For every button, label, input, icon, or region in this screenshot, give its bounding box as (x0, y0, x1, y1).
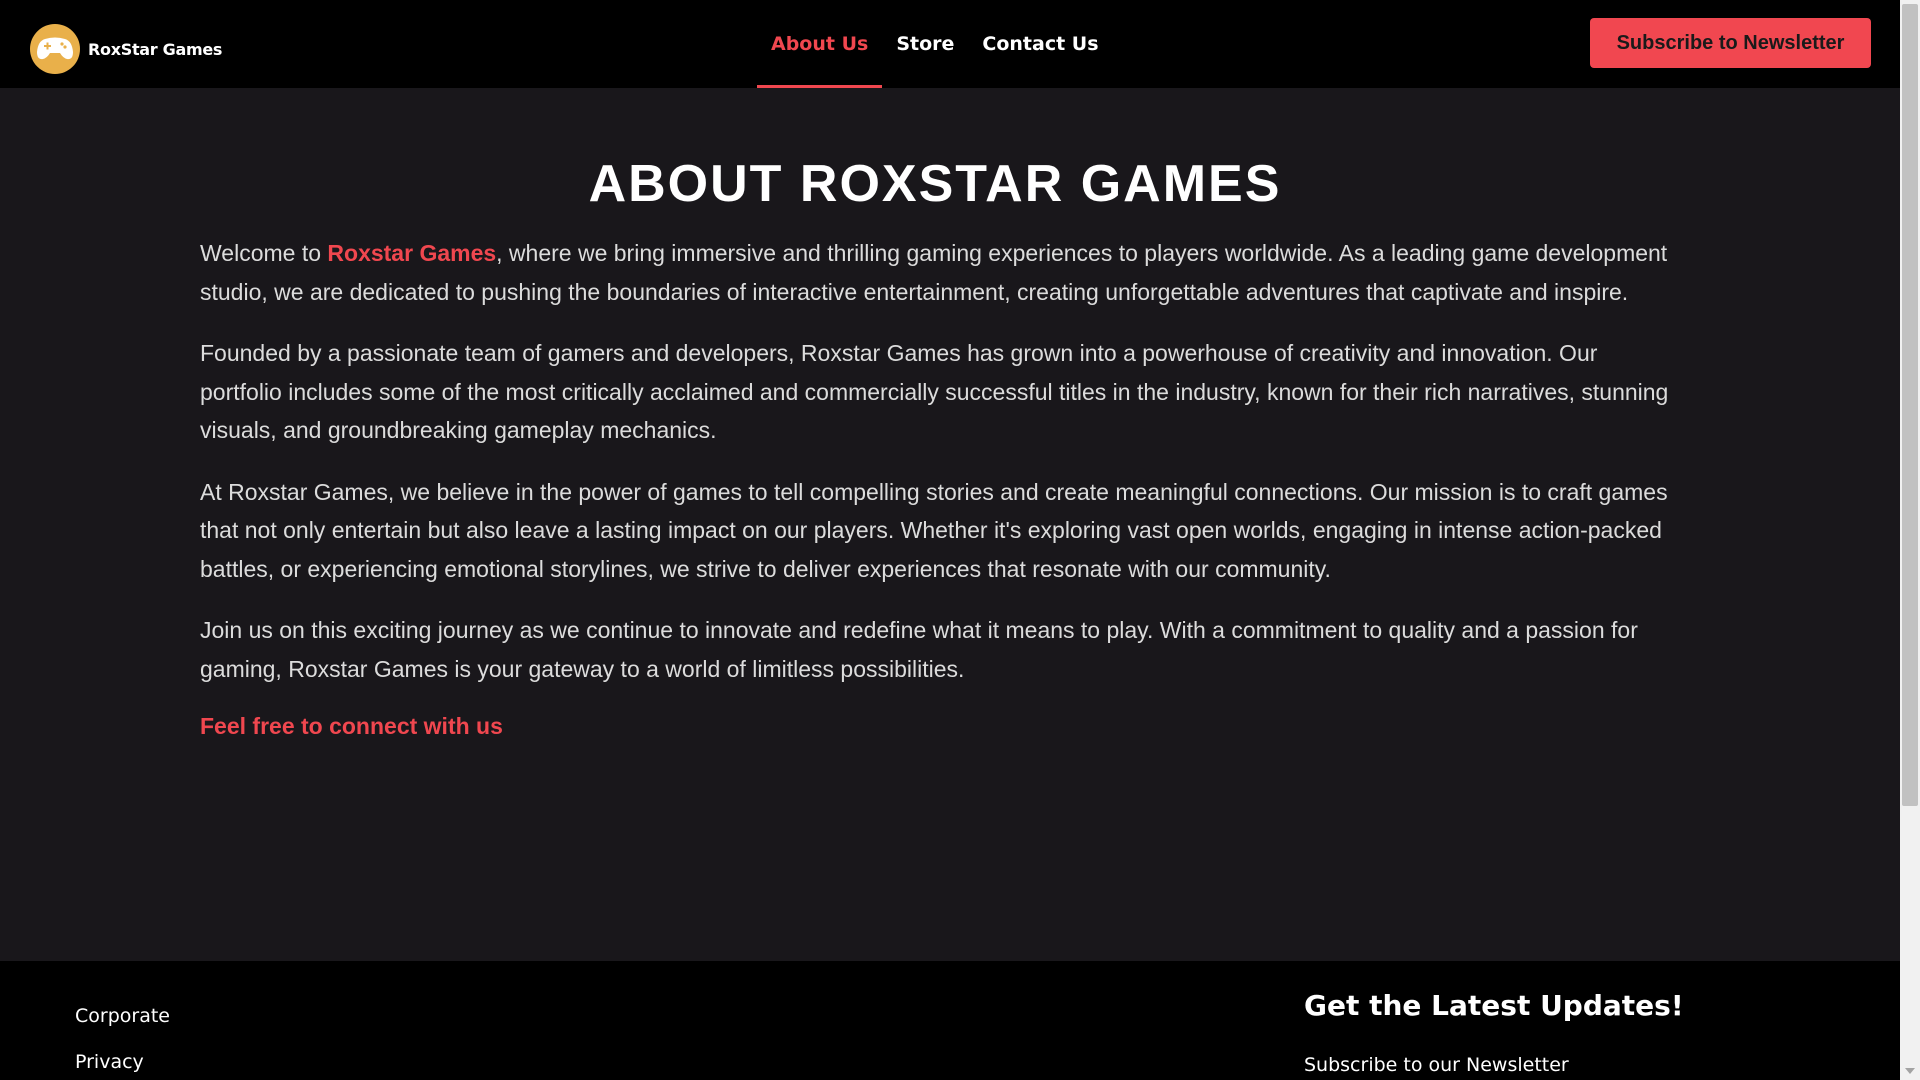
gamepad-icon (30, 24, 80, 74)
vertical-scrollbar[interactable] (1900, 0, 1920, 1080)
about-content: ABOUT ROXSTAR GAMES Welcome to Roxstar G… (200, 88, 1670, 740)
footer-link-corporate[interactable]: Corporate (75, 1005, 170, 1027)
intro-prefix: Welcome to (200, 240, 328, 266)
viewport: RoxStar Games About Us Store Contact Us … (0, 0, 1900, 1080)
subscribe-newsletter-button[interactable]: Subscribe to Newsletter (1590, 18, 1871, 68)
mission-paragraph: At Roxstar Games, we believe in the powe… (200, 478, 1668, 582)
connect-link[interactable]: Feel free to connect with us (200, 713, 503, 740)
nav-store[interactable]: Store (882, 0, 968, 88)
brand-highlight: Roxstar Games (327, 240, 497, 266)
logo-text: RoxStar Games (88, 39, 223, 59)
top-navbar: RoxStar Games About Us Store Contact Us … (0, 0, 1900, 88)
page-title: ABOUT ROXSTAR GAMES (588, 155, 1282, 213)
main-nav: About Us Store Contact Us (757, 0, 1113, 88)
nav-about-us[interactable]: About Us (757, 0, 883, 88)
footer-link-privacy[interactable]: Privacy (75, 1051, 144, 1073)
join-paragraph: Join us on this exciting journey as we c… (200, 617, 1638, 682)
footer-subheading: Subscribe to our Newsletter (1304, 1054, 1569, 1076)
scroll-down-arrow-icon[interactable] (1905, 1068, 1915, 1074)
founding-paragraph: Founded by a passionate team of gamers a… (200, 340, 1669, 443)
intro-paragraph: Welcome to Roxstar Games, where we bring… (200, 234, 1670, 311)
footer: Corporate Privacy Get the Latest Updates… (0, 961, 1900, 1080)
nav-contact-us[interactable]: Contact Us (968, 0, 1112, 88)
logo[interactable]: RoxStar Games (30, 24, 222, 74)
footer-heading: Get the Latest Updates! (1304, 989, 1684, 1022)
scrollbar-thumb[interactable] (1902, 4, 1918, 806)
